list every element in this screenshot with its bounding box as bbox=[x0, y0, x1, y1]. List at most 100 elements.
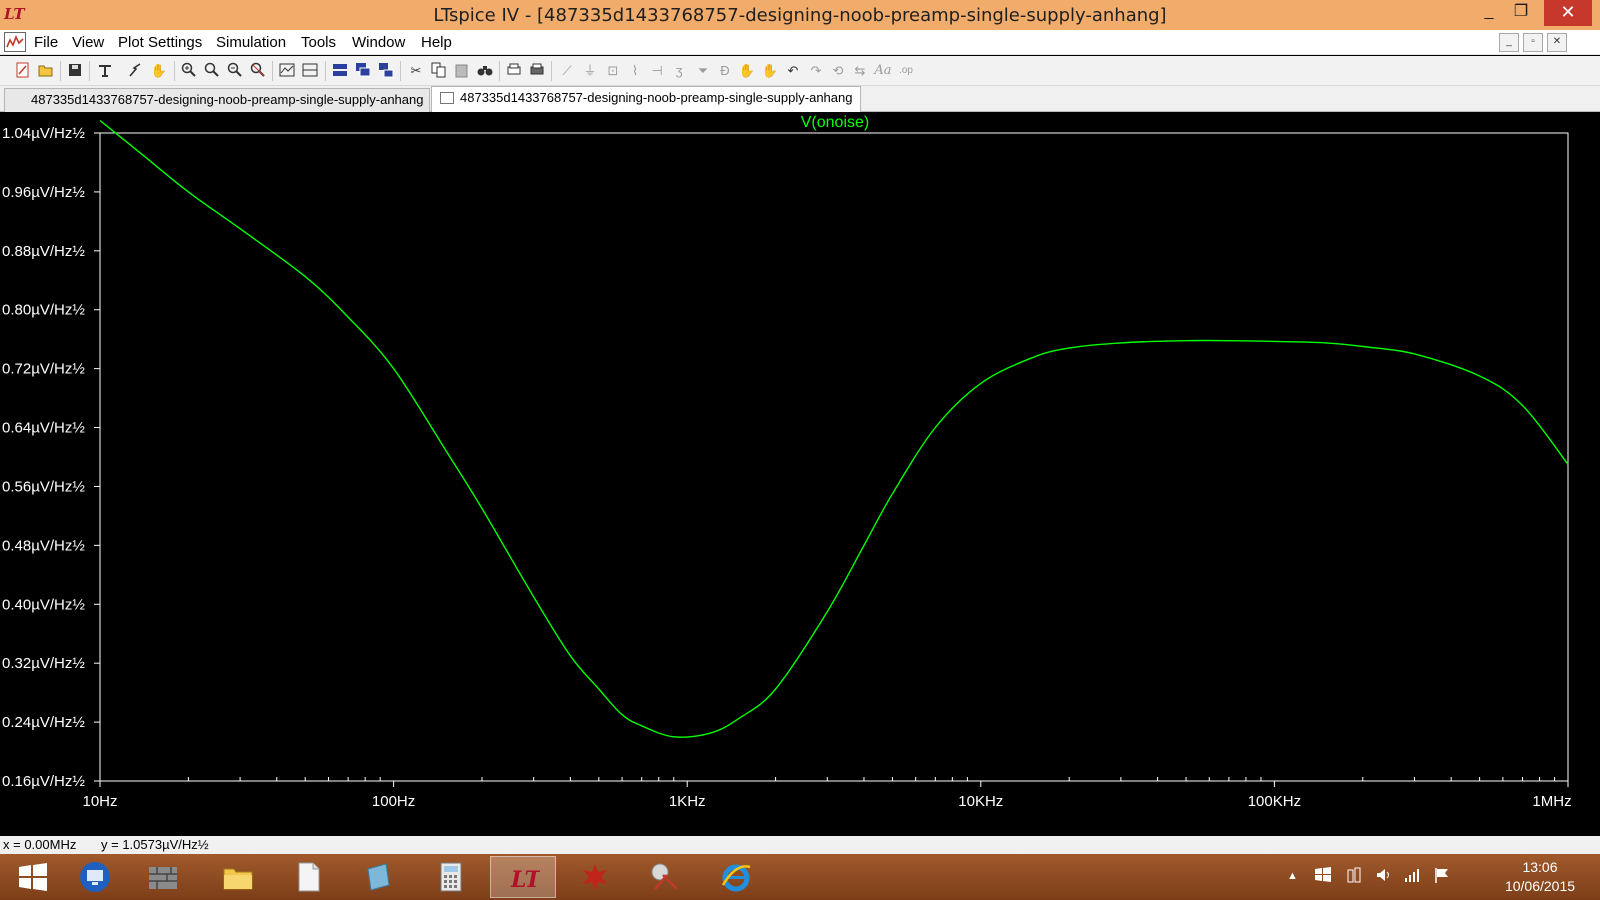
mdi-minimize-button[interactable]: _ bbox=[1499, 33, 1519, 52]
close-button[interactable]: ✕ bbox=[1544, 0, 1592, 26]
control-panel-icon[interactable] bbox=[96, 62, 114, 80]
tray-network-icon[interactable] bbox=[1403, 866, 1421, 888]
open-icon[interactable] bbox=[37, 62, 55, 80]
zoom-out-icon[interactable] bbox=[226, 62, 244, 80]
new-schematic-icon[interactable] bbox=[14, 62, 32, 80]
ground-icon[interactable]: ⏚ bbox=[581, 62, 599, 80]
y-tick-label: 0.88µV/Hz½ bbox=[2, 243, 85, 260]
y-axis: 1.04µV/Hz½ 0.96µV/Hz½ 0.88µV/Hz½ 0.80µV/Hz½… bbox=[2, 125, 100, 790]
menu-bar: File View Plot Settings Simulation Tools… bbox=[0, 30, 1600, 55]
title-bar: LT LTspice IV - [487335d1433768757-desig… bbox=[0, 0, 1600, 30]
find-icon[interactable] bbox=[476, 62, 494, 80]
waveform-chart[interactable]: V(onoise) 1.04µV/Hz½ 0.96µV/Hz½ 0.88µV/Hz½… bbox=[0, 112, 1600, 836]
menu-window[interactable]: Window bbox=[352, 34, 405, 51]
capacitor-icon[interactable]: ⊣ bbox=[648, 62, 666, 80]
tab-waveform[interactable]: 487335d1433768757-designing-noob-preamp-… bbox=[431, 86, 861, 112]
copy-icon[interactable] bbox=[430, 62, 448, 80]
trace-label-v-onoise[interactable]: V(onoise) bbox=[801, 114, 869, 131]
maximize-button[interactable]: ❐ bbox=[1498, 0, 1544, 26]
ltspice-icon[interactable]: LT bbox=[490, 856, 556, 898]
tile-vertical-icon[interactable] bbox=[377, 62, 395, 80]
mirror-icon[interactable]: ⇆ bbox=[851, 62, 869, 80]
spice-directive-icon[interactable]: .op bbox=[897, 62, 915, 80]
status-bar: x = 0.00MHz y = 1.0573µV/Hz½ bbox=[0, 836, 1600, 854]
print-preview-icon[interactable] bbox=[505, 62, 523, 80]
y-tick-label: 1.04µV/Hz½ bbox=[2, 125, 85, 142]
print-icon[interactable] bbox=[528, 62, 546, 80]
svg-text:LT: LT bbox=[510, 867, 540, 893]
wire-icon[interactable]: ⟋ bbox=[558, 62, 576, 80]
move-icon[interactable]: ✋ bbox=[738, 62, 756, 80]
x-tick-label: 10KHz bbox=[958, 793, 1003, 810]
drag-icon[interactable]: ✋ bbox=[761, 62, 779, 80]
menu-help[interactable]: Help bbox=[421, 34, 452, 51]
tray-power-icon[interactable] bbox=[1345, 866, 1363, 888]
rotate-icon[interactable]: ⟲ bbox=[829, 62, 847, 80]
x-tick-label: 100Hz bbox=[372, 793, 415, 810]
run-icon[interactable] bbox=[126, 62, 144, 80]
menu-view[interactable]: View bbox=[72, 34, 104, 51]
menu-file[interactable]: File bbox=[34, 34, 58, 51]
clock-date: 10/06/2015 bbox=[1504, 878, 1576, 894]
waveform-document-icon[interactable] bbox=[4, 32, 26, 52]
cascade-icon[interactable] bbox=[354, 62, 372, 80]
snipping-tool-icon[interactable] bbox=[632, 856, 698, 898]
component-icon[interactable]: Ð bbox=[716, 62, 734, 80]
mdi-restore-button[interactable]: ▫ bbox=[1523, 33, 1543, 52]
file-explorer-icon[interactable] bbox=[205, 856, 271, 898]
firewall-icon[interactable] bbox=[130, 856, 196, 898]
toolbar: ✋ ✂ ⟋ ⏚ ⊡ ⌇ ⊣ ʒ ⏷ Ð ✋ ✋ ↶ ↷ ⟲ ⇆ Aa .op bbox=[0, 56, 1600, 86]
menu-simulation[interactable]: Simulation bbox=[216, 34, 286, 51]
y-tick-label: 0.56µV/Hz½ bbox=[2, 478, 85, 495]
tray-volume-icon[interactable] bbox=[1375, 866, 1393, 888]
cursor-y-readout: y = 1.0573µV/Hz½ bbox=[101, 837, 209, 852]
y-tick-label: 0.40µV/Hz½ bbox=[2, 596, 85, 613]
cursor-x-readout: x = 0.00MHz bbox=[3, 837, 77, 852]
label-icon[interactable]: ⊡ bbox=[604, 62, 622, 80]
mdi-close-button[interactable]: ✕ bbox=[1547, 33, 1567, 52]
undo-icon[interactable]: ↶ bbox=[784, 62, 802, 80]
cut-icon[interactable]: ✂ bbox=[407, 62, 425, 80]
tile-horizontal-icon[interactable] bbox=[331, 62, 349, 80]
tab-schematic[interactable]: 487335d1433768757-designing-noob-preamp-… bbox=[4, 88, 430, 112]
redo-icon[interactable]: ↷ bbox=[807, 62, 825, 80]
text-icon[interactable]: Aa bbox=[874, 62, 892, 80]
calculator-icon[interactable] bbox=[418, 856, 484, 898]
waveform-tab-icon bbox=[440, 91, 454, 104]
autorange-icon[interactable] bbox=[278, 62, 296, 80]
tray-action-center-icon[interactable] bbox=[1433, 866, 1451, 888]
taskbar-clock[interactable]: 13:06 10/06/2015 bbox=[1490, 858, 1590, 896]
tab-label: 487335d1433768757-designing-noob-preamp-… bbox=[460, 90, 853, 105]
tray-overflow-icon[interactable]: ▲ bbox=[1287, 870, 1298, 882]
y-tick-label: 0.96µV/Hz½ bbox=[2, 184, 85, 201]
pan-hand-icon[interactable]: ✋ bbox=[150, 62, 168, 80]
diode-icon[interactable]: ⏷ bbox=[694, 62, 712, 80]
paste-icon[interactable] bbox=[453, 62, 471, 80]
y-tick-label: 0.16µV/Hz½ bbox=[2, 773, 85, 790]
resistor-icon[interactable]: ⌇ bbox=[626, 62, 644, 80]
waveform-plot-pane[interactable]: V(onoise) 1.04µV/Hz½ 0.96µV/Hz½ 0.88µV/Hz½… bbox=[0, 112, 1600, 836]
plot-pane-icon[interactable] bbox=[301, 62, 319, 80]
zoom-fit-icon[interactable] bbox=[249, 62, 267, 80]
x-tick-label: 10Hz bbox=[82, 793, 117, 810]
notepad-icon[interactable] bbox=[345, 856, 411, 898]
inductor-icon[interactable]: ʒ bbox=[670, 62, 688, 80]
document-icon[interactable] bbox=[275, 856, 341, 898]
menu-plot-settings[interactable]: Plot Settings bbox=[118, 34, 202, 51]
x-tick-label: 1MHz bbox=[1532, 793, 1571, 810]
tray-windows-flag-icon[interactable] bbox=[1314, 866, 1332, 888]
save-icon[interactable] bbox=[66, 62, 84, 80]
windows-start-icon[interactable] bbox=[0, 856, 66, 898]
remote-desktop-icon[interactable] bbox=[62, 856, 128, 898]
y-tick-label: 0.64µV/Hz½ bbox=[2, 420, 85, 437]
internet-explorer-icon[interactable] bbox=[703, 856, 769, 898]
clock-time: 13:06 bbox=[1522, 859, 1558, 875]
y-tick-label: 0.80µV/Hz½ bbox=[2, 302, 85, 319]
y-tick-label: 0.48µV/Hz½ bbox=[2, 537, 85, 554]
plot-frame bbox=[99, 132, 1569, 782]
zoom-in-icon[interactable] bbox=[180, 62, 198, 80]
menu-tools[interactable]: Tools bbox=[301, 34, 336, 51]
x-tick-label: 100KHz bbox=[1248, 793, 1301, 810]
zoom-rect-icon[interactable] bbox=[203, 62, 221, 80]
paint-splash-icon[interactable] bbox=[562, 856, 628, 898]
